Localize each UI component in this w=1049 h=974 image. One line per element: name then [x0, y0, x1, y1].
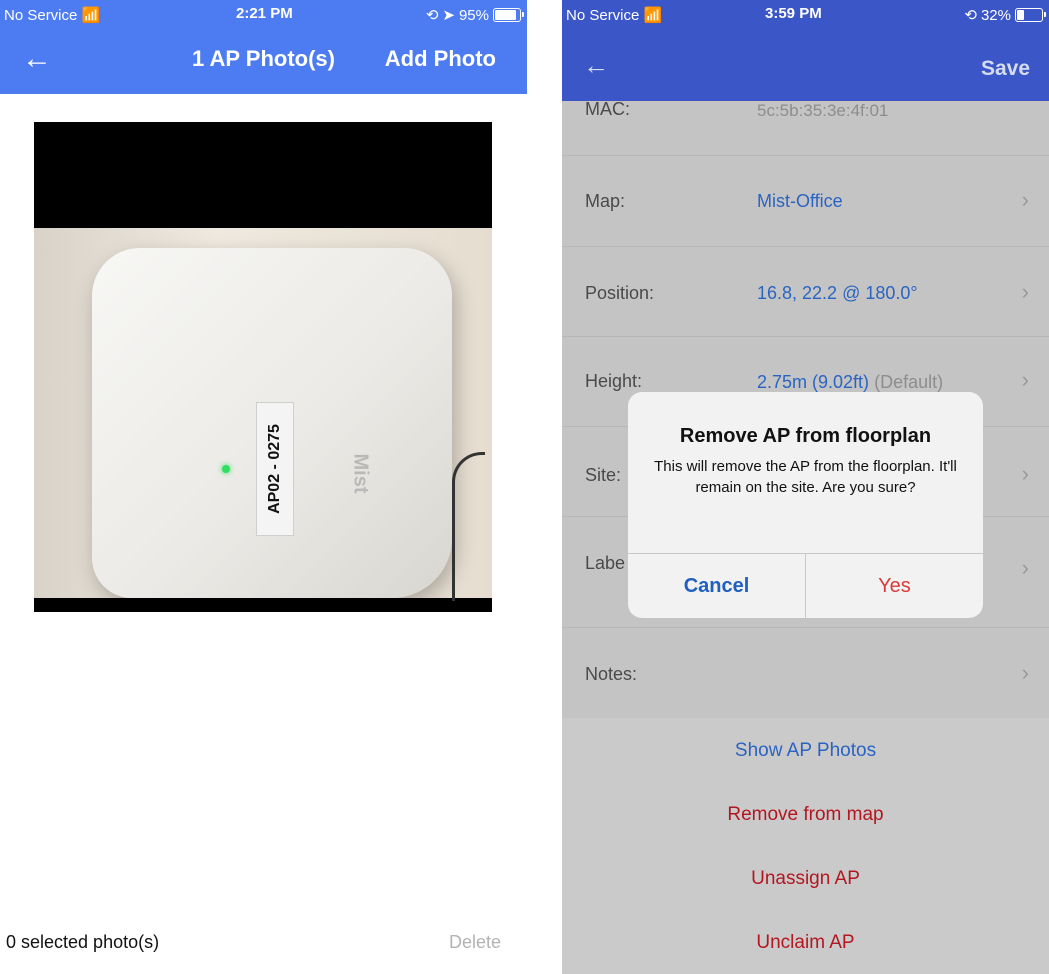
- row-key: Site:: [585, 465, 622, 485]
- chevron-right-icon: ›: [1021, 555, 1029, 580]
- cable: [452, 452, 485, 601]
- battery-icon: [493, 8, 524, 22]
- wifi-icon: 📶: [81, 7, 101, 24]
- clock: 2:21 PM: [236, 5, 293, 22]
- battery-percent: 32%: [980, 6, 1011, 24]
- row-mac: MAC: 5c:5b:35:3e:4f:01: [562, 93, 1049, 156]
- carrier-label: No Service 📶: [4, 6, 100, 24]
- carrier-text: No Service: [4, 7, 78, 24]
- brand-logo-text: Mist: [349, 453, 372, 494]
- device-label-sticker: AP02 - 0275: [256, 402, 294, 536]
- ap-detail-screen: No Service 📶 3:59 PM ⟲ 32% ← Save MAC: 5…: [562, 0, 1049, 974]
- row-value: 16.8, 22.2 @ 180.0°: [757, 283, 918, 303]
- chevron-right-icon: ›: [1021, 187, 1029, 212]
- battery-percent: 95%: [458, 6, 489, 24]
- row-map[interactable]: Map: Mist-Office ›: [562, 155, 1049, 247]
- dialog-yes-button[interactable]: Yes: [806, 554, 983, 618]
- clock: 3:59 PM: [765, 5, 822, 22]
- save-button[interactable]: Save: [981, 57, 1030, 81]
- nav-bar: No Service 📶 2:21 PM ⟲ ➤ 95% ← 1 AP Phot…: [0, 0, 527, 94]
- row-key: Position:: [585, 283, 655, 303]
- unassign-ap-button[interactable]: Unassign AP: [562, 868, 1049, 890]
- row-notes[interactable]: Notes: ›: [562, 628, 1049, 718]
- add-photo-button[interactable]: Add Photo: [385, 46, 496, 72]
- row-value: Mist-Office: [757, 191, 843, 211]
- carrier-label: No Service 📶: [566, 6, 662, 24]
- status-bar: No Service 📶 2:21 PM ⟲ ➤ 95%: [0, 0, 527, 32]
- status-right: ⟲ 32%: [964, 6, 1046, 24]
- dialog-message: This will remove the AP from the floorpl…: [654, 458, 957, 496]
- row-key: MAC:: [585, 99, 630, 119]
- orientation-lock-icon: ⟲: [425, 7, 439, 24]
- battery-icon: [1015, 8, 1046, 22]
- status-right: ⟲ ➤ 95%: [425, 6, 524, 24]
- carrier-text: No Service: [566, 7, 640, 24]
- chevron-right-icon: ›: [1021, 461, 1029, 486]
- selection-footer: 0 selected photo(s) Delete: [0, 930, 527, 960]
- ap-photo[interactable]: AP02 - 0275 Mist: [34, 122, 492, 612]
- height-default-tag: (Default): [874, 372, 944, 392]
- selected-count: 0 selected photo(s): [6, 932, 160, 952]
- dialog-cancel-button[interactable]: Cancel: [628, 554, 805, 618]
- row-key: Notes:: [585, 664, 638, 684]
- photo-screen: No Service 📶 2:21 PM ⟲ ➤ 95% ← 1 AP Phot…: [0, 0, 527, 974]
- chevron-right-icon: ›: [1021, 279, 1029, 304]
- device-label-text: AP02 - 0275: [266, 424, 283, 514]
- chevron-right-icon: ›: [1021, 367, 1029, 392]
- row-position[interactable]: Position: 16.8, 22.2 @ 180.0° ›: [562, 247, 1049, 337]
- remove-ap-dialog: Remove AP from floorplan This will remov…: [628, 392, 983, 618]
- wifi-icon: 📶: [643, 7, 663, 24]
- row-key: Height:: [585, 371, 643, 391]
- row-value: 2.75m (9.02ft) (Default): [757, 372, 943, 393]
- back-arrow-icon[interactable]: ←: [583, 50, 609, 81]
- delete-button[interactable]: Delete: [449, 932, 501, 953]
- status-bar: No Service 📶 3:59 PM ⟲ 32%: [562, 0, 1049, 32]
- remove-from-map-button[interactable]: Remove from map: [562, 804, 1049, 826]
- dialog-title: Remove AP from floorplan: [679, 425, 932, 447]
- row-value: 5c:5b:35:3e:4f:01: [757, 101, 889, 120]
- orientation-lock-icon: ⟲: [964, 7, 977, 24]
- ap-actions: Show AP Photos Remove from map Unassign …: [562, 718, 1049, 974]
- height-value: 2.75m (9.02ft): [757, 372, 870, 392]
- row-key: Map:: [585, 191, 626, 211]
- chevron-right-icon: ›: [1021, 660, 1029, 685]
- location-icon: ➤: [442, 7, 455, 24]
- nav-bar: No Service 📶 3:59 PM ⟲ 32% ← Save: [562, 0, 1049, 101]
- row-key: Labe: [585, 553, 626, 573]
- unclaim-ap-button[interactable]: Unclaim AP: [562, 932, 1049, 954]
- status-led: [222, 465, 230, 473]
- show-ap-photos-button[interactable]: Show AP Photos: [562, 740, 1049, 762]
